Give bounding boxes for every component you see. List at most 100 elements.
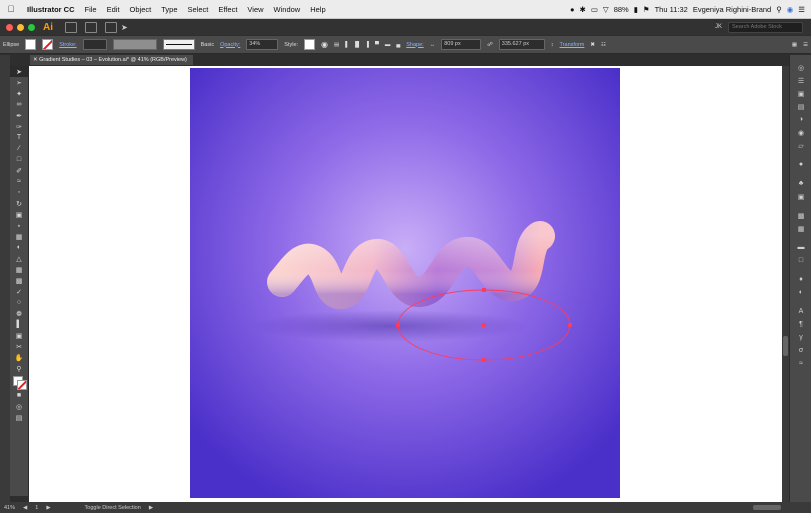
document-info-icon[interactable]: ▱ — [790, 139, 811, 152]
bluetooth-icon[interactable]: ✱ — [580, 5, 586, 14]
arrange-documents-icon[interactable] — [105, 21, 117, 33]
type-tool-icon[interactable]: T — [10, 132, 28, 143]
menu-view[interactable]: View — [242, 5, 268, 14]
battery-percent[interactable]: 88% — [614, 5, 629, 14]
eraser-tool-icon[interactable]: ◦ — [10, 187, 28, 198]
airplay-icon[interactable]: ▭ — [591, 5, 598, 14]
transparency-icon[interactable]: ◐ — [790, 286, 811, 299]
artboard-navigation-prev-icon[interactable]: ◀ — [23, 505, 27, 511]
horizontal-scrollbar-thumb[interactable] — [753, 505, 781, 510]
menu-file[interactable]: File — [80, 5, 102, 14]
anchor-point-right[interactable] — [568, 323, 572, 327]
artboards-icon[interactable]: ▤ — [790, 100, 811, 113]
transform-link[interactable]: Transform — [560, 42, 585, 48]
minimize-window-button[interactable] — [17, 23, 24, 31]
menu-window[interactable]: Window — [269, 5, 306, 14]
scrollbar-thumb[interactable] — [783, 336, 788, 356]
width-field[interactable]: 809 px — [441, 39, 482, 50]
opacity-link[interactable]: Opacity: — [220, 42, 240, 48]
slice-tool-icon[interactable]: ✂ — [10, 341, 28, 352]
color-guide-icon[interactable]: ◉ — [790, 126, 811, 139]
menu-help[interactable]: Help — [305, 5, 330, 14]
zoom-tool-icon[interactable]: ⚲ — [10, 363, 28, 374]
eyedropper-tool-icon[interactable]: ✓ — [10, 286, 28, 297]
gpu-performance-icon[interactable]: ➤ — [121, 23, 128, 32]
vertical-scrollbar[interactable] — [782, 66, 789, 502]
artboard-navigation-next-icon[interactable]: ▶ — [46, 505, 50, 511]
fill-swatch[interactable] — [25, 39, 37, 50]
transform-icon[interactable]: □ — [790, 254, 811, 267]
stock-icon[interactable] — [85, 21, 97, 33]
free-transform-tool-icon[interactable]: ▦ — [10, 231, 28, 242]
screen-mode-icon[interactable]: ▤ — [10, 412, 28, 423]
line-tool-icon[interactable]: ∕ — [10, 143, 28, 154]
workspace-switcher[interactable]: JK — [715, 24, 722, 30]
paragraph-icon[interactable]: ¶ — [790, 318, 811, 331]
align-center-icon[interactable]: █ — [355, 42, 359, 48]
anchor-point-bottom[interactable] — [482, 358, 486, 362]
column-graph-tool-icon[interactable]: ▌ — [10, 319, 28, 330]
graphic-style-swatch[interactable] — [304, 39, 316, 50]
menu-edit[interactable]: Edit — [102, 5, 125, 14]
fill-stroke-selector[interactable] — [10, 374, 28, 390]
paintbrush-tool-icon[interactable]: ✐ — [10, 165, 28, 176]
brush-name[interactable]: Basic — [201, 42, 214, 48]
arrange-panels-icon[interactable]: ▦ — [792, 42, 797, 48]
draw-mode-icon[interactable]: ◎ — [10, 401, 28, 412]
graphic-styles-icon[interactable]: ▩ — [790, 209, 811, 222]
align-left-icon[interactable]: ▌ — [345, 42, 349, 48]
menu-type[interactable]: Type — [156, 5, 182, 14]
anchor-point-left[interactable] — [396, 323, 400, 327]
menu-object[interactable]: Object — [125, 5, 157, 14]
align-middle-icon[interactable]: ▬ — [385, 42, 391, 48]
user-name[interactable]: Evgeniya Righini-Brand — [693, 5, 771, 14]
properties-icon[interactable]: ☰ — [790, 74, 811, 87]
align-top-icon[interactable]: ▀ — [375, 42, 379, 48]
height-field[interactable]: 335.627 px — [498, 39, 545, 50]
opentype-icon[interactable]: γ — [790, 331, 811, 344]
symbols-icon[interactable]: ♣ — [790, 177, 811, 190]
constrain-proportions-icon[interactable]: ☍ — [487, 42, 493, 48]
mesh-tool-icon[interactable]: ▦ — [10, 264, 28, 275]
shape-builder-tool-icon[interactable]: ◐ — [10, 242, 28, 253]
width-tool-icon[interactable]: ⋆ — [10, 220, 28, 231]
clock[interactable]: Thu 11:32 — [655, 5, 688, 14]
battery-icon[interactable]: ▮ — [634, 5, 638, 14]
pen-tool-icon[interactable]: ✒ — [10, 110, 28, 121]
bridge-icon[interactable] — [65, 21, 77, 33]
align-icon[interactable]: ▬ — [790, 241, 811, 254]
stroke-panel-icon[interactable]: ≈ — [790, 357, 811, 370]
perspective-grid-tool-icon[interactable]: △ — [10, 253, 28, 264]
glyphs-icon[interactable]: σ — [790, 344, 811, 357]
spotlight-icon[interactable]: ⚲ — [776, 5, 782, 14]
variable-width-profile[interactable] — [112, 39, 157, 50]
pathfinder-icon[interactable]: ♦ — [790, 273, 811, 286]
shaper-tool-icon[interactable]: ≈ — [10, 176, 28, 187]
align-right-icon[interactable]: ▐ — [365, 42, 369, 48]
hand-tool-icon[interactable]: ✋ — [10, 352, 28, 363]
stock-search-input[interactable]: Search Adobe Stock — [728, 21, 803, 33]
menu-select[interactable]: Select — [183, 5, 214, 14]
siri-icon[interactable]: ◉ — [787, 5, 794, 14]
artboard-number[interactable]: 1 — [35, 505, 38, 511]
blend-tool-icon[interactable]: ○ — [10, 297, 28, 308]
opacity-field[interactable]: 34% — [246, 39, 279, 50]
stroke-panel-link[interactable]: Stroke: — [59, 42, 76, 48]
curvature-tool-icon[interactable]: ✑ — [10, 121, 28, 132]
status-text[interactable]: Toggle Direct Selection — [85, 505, 141, 511]
lasso-tool-icon[interactable]: ∞ — [10, 99, 28, 110]
rotate-tool-icon[interactable]: ↻ — [10, 198, 28, 209]
align-to-icon[interactable]: ▤ — [334, 42, 339, 48]
stroke-icon[interactable] — [17, 380, 27, 390]
align-bottom-icon[interactable]: ▄ — [396, 42, 400, 48]
character-icon[interactable]: A — [790, 305, 811, 318]
zoom-level[interactable]: 41% — [4, 505, 15, 511]
color-icon[interactable]: ◑ — [790, 113, 811, 126]
rectangle-tool-icon[interactable]: □ — [10, 154, 28, 165]
direct-selection-tool-icon[interactable]: ➣ — [10, 77, 28, 88]
gradient-tool-icon[interactable]: ▩ — [10, 275, 28, 286]
app-menu[interactable]: Illustrator CC — [22, 5, 80, 14]
stroke-weight-field[interactable] — [82, 39, 107, 50]
layers-icon[interactable]: ▣ — [790, 87, 811, 100]
select-similar-icon[interactable]: ☷ — [601, 42, 606, 48]
